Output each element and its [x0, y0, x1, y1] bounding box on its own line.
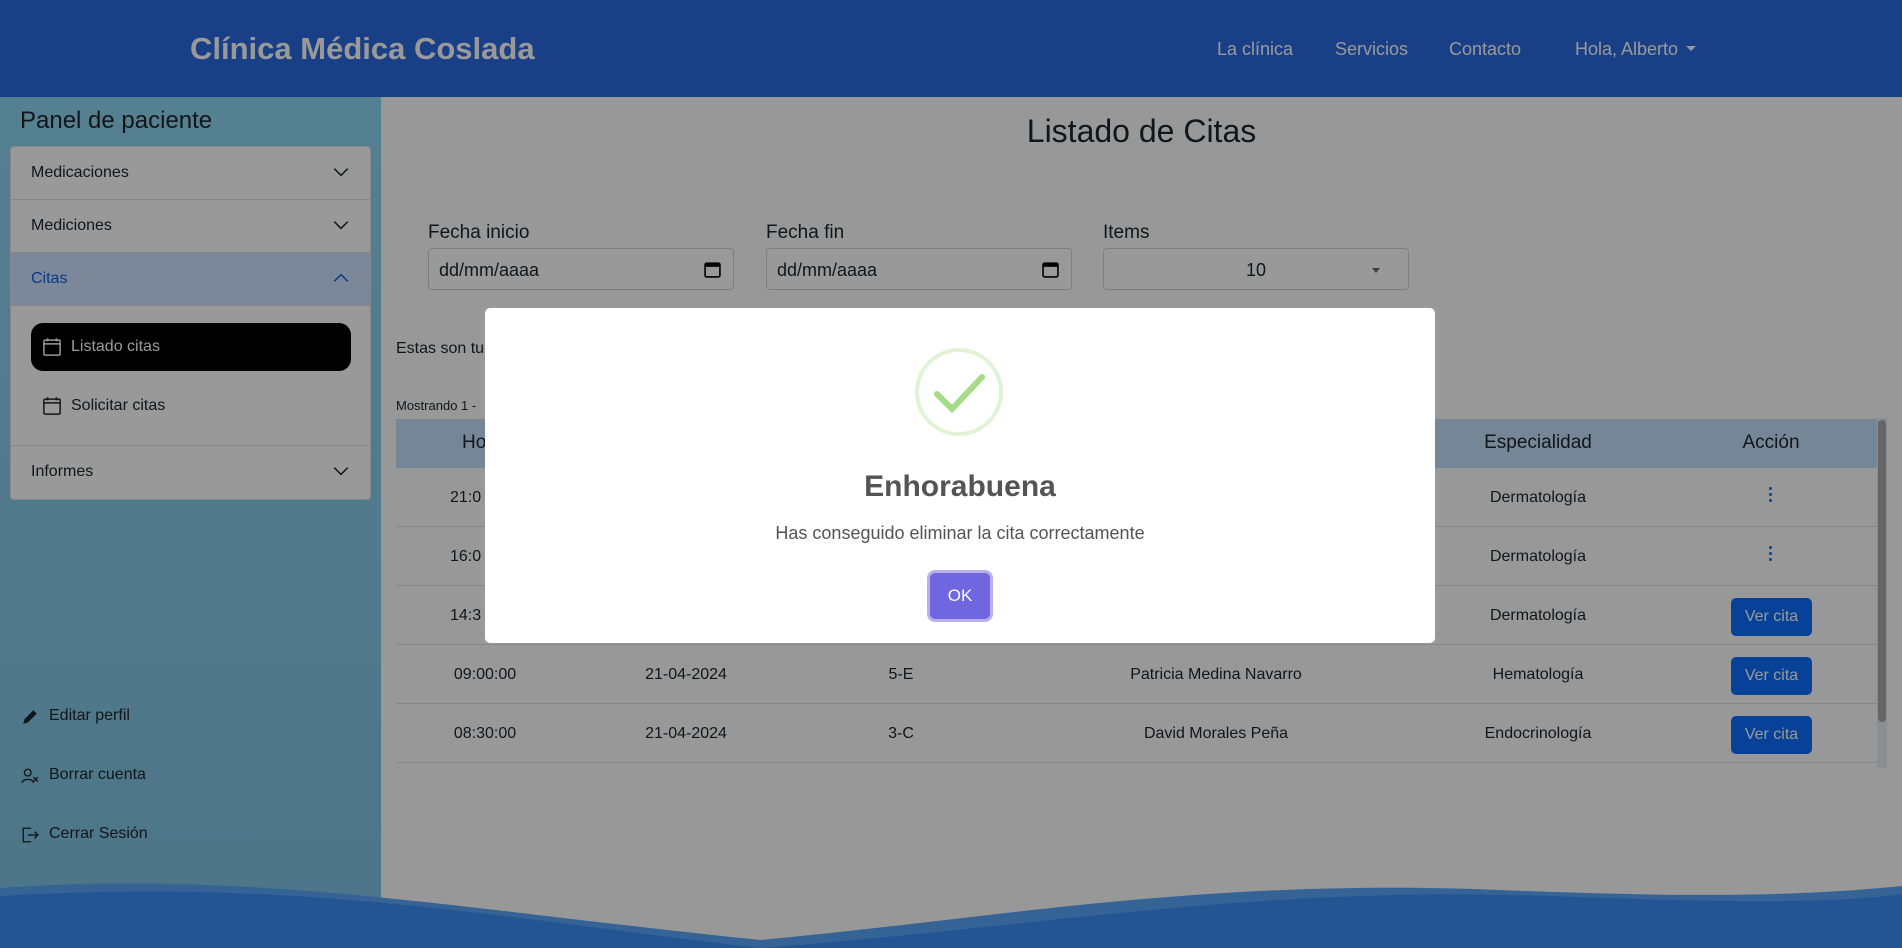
success-dialog: Enhorabuena Has conseguido eliminar la c…: [485, 308, 1435, 643]
dialog-title: Enhorabuena: [864, 470, 1056, 503]
success-check-icon: [915, 348, 1003, 436]
dialog-message: Has conseguido eliminar la cita correcta…: [775, 523, 1145, 543]
ok-button[interactable]: OK: [930, 573, 990, 619]
